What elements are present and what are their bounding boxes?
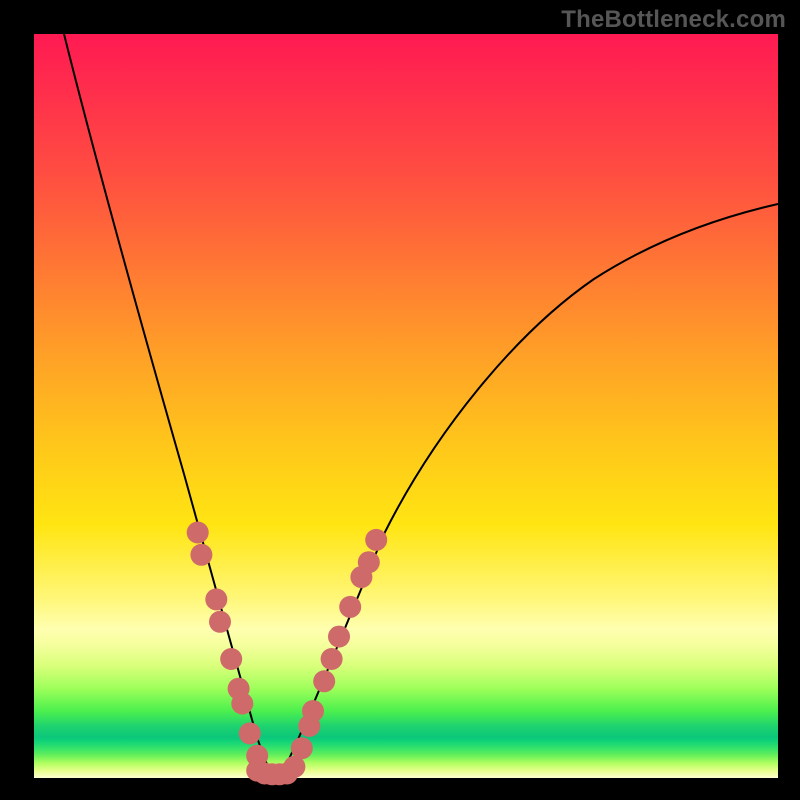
data-marker [358,551,380,573]
data-marker [365,529,387,551]
marker-group [187,522,388,786]
curve-right-branch [280,204,778,776]
data-marker [339,596,361,618]
data-marker [231,693,253,715]
chart-frame: TheBottleneck.com [0,0,800,800]
curve-left-branch [64,34,274,776]
data-marker [302,700,324,722]
watermark-text: TheBottleneck.com [561,6,786,34]
data-marker [291,737,313,759]
chart-overlay [34,34,778,778]
data-marker [328,626,350,648]
data-marker [190,544,212,566]
data-marker [313,670,335,692]
data-marker [205,588,227,610]
data-marker [220,648,242,670]
data-marker [209,611,231,633]
data-marker [321,648,343,670]
data-marker [187,522,209,544]
data-marker [239,722,261,744]
